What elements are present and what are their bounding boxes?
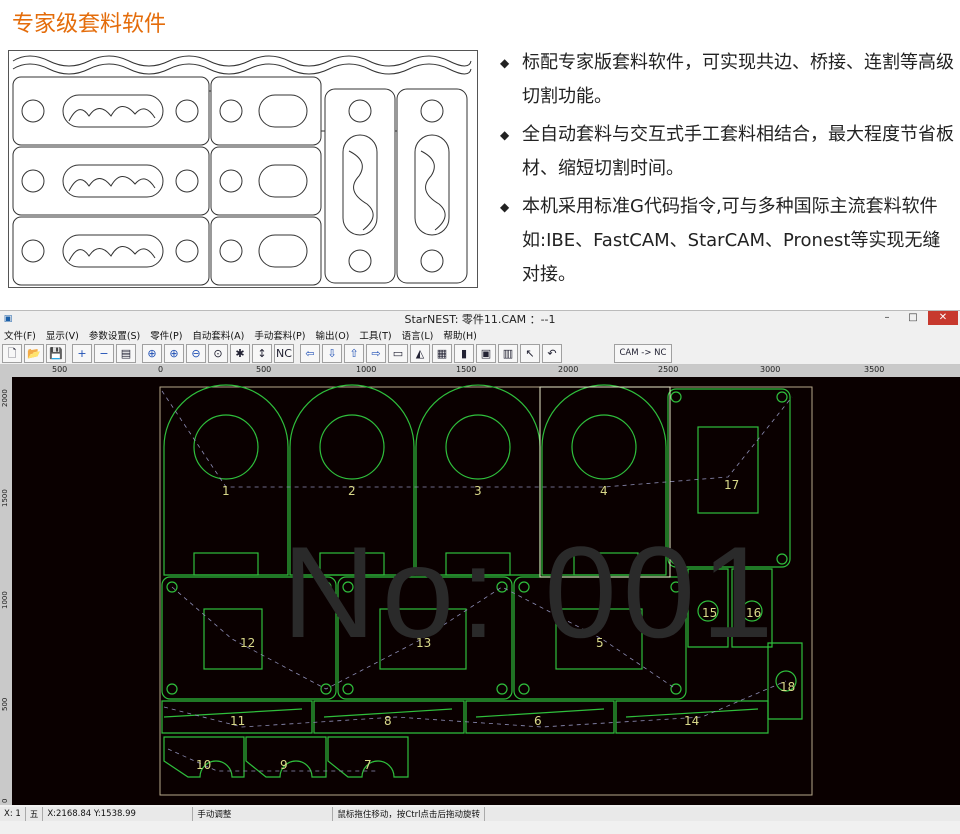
- ruler-tick-label: 1500: [456, 365, 477, 374]
- part-number-label: 6: [534, 714, 542, 728]
- menu-tools[interactable]: 工具(T): [359, 328, 391, 342]
- menu-auto-nest[interactable]: 自动套料(A): [192, 328, 244, 342]
- part-number-label: 18: [780, 680, 795, 694]
- menu-language[interactable]: 语言(L): [402, 328, 434, 342]
- menu-part[interactable]: 零件(P): [150, 328, 182, 342]
- menu-view[interactable]: 显示(V): [46, 328, 79, 342]
- sort-icon[interactable]: ↕: [252, 344, 272, 363]
- nesting-canvas[interactable]: No: 001 1 2 3 4 17 12 13 5 15 16 18 11 8…: [12, 377, 960, 805]
- zoom-out-icon[interactable]: ⊖: [186, 344, 206, 363]
- part-number-label: 1: [222, 484, 230, 498]
- status-bar: X: 1 五 X:2168.84 Y:1538.99 手动调整 鼠标拖住移动，按…: [0, 807, 960, 821]
- undo-icon[interactable]: ↶: [542, 344, 562, 363]
- feature-item: ◆ 本机采用标准G代码指令,可与多种国际主流套料软件如:IBE、FastCAM、S…: [496, 190, 956, 292]
- status-hint: 鼠标拖住移动，按Ctrl点击后拖动旋转: [333, 807, 485, 821]
- status-mode: 手动调整: [193, 807, 334, 821]
- close-button[interactable]: ✕: [928, 311, 958, 325]
- move-down-icon[interactable]: ⇩: [322, 344, 342, 363]
- part-number-label: 17: [724, 478, 739, 492]
- menu-file[interactable]: 文件(F): [4, 328, 36, 342]
- ruler-tick-label: 3000: [760, 365, 781, 374]
- nc-icon[interactable]: NC: [274, 344, 294, 363]
- move-left-icon[interactable]: ⇦: [300, 344, 320, 363]
- toolbar: 🗋 📂 💾 + − ▤ ⊕ ⊕ ⊖ ⊙ ✱ ↕ NC ⇦ ⇩ ⇧ ⇨ ▭ ◭ ▦ ▮ ▣ ▥ ↖ ↶ CAM -> NC: [0, 343, 960, 365]
- pointer-icon[interactable]: ↖: [520, 344, 540, 363]
- restore-button[interactable]: □: [902, 311, 924, 325]
- horizontal-ruler: 500 0 500 1000 1500 2000 2500 3000 3500: [0, 365, 960, 377]
- status-coordinates: X:2168.84 Y:1538.99: [43, 807, 194, 821]
- part-number-label: 10: [196, 758, 211, 772]
- ruler-tick-label: 2000: [1, 389, 9, 407]
- feature-item: ◆ 全自动套料与交互式手工套料相结合，最大程度节省板材、缩短切割时间。: [496, 118, 956, 186]
- page: 专家级套料软件 ◆ 标配专家版套料软件，可实现共边、桥接、连割等高级切割功能。 …: [0, 0, 960, 834]
- ruler-tick-label: 0: [1, 798, 9, 803]
- cam-to-nc-button[interactable]: CAM -> NC: [614, 344, 672, 363]
- nesting-preview-image: [8, 50, 478, 288]
- ruler-tick-label: 500: [256, 365, 272, 374]
- part-number-label: 8: [384, 714, 392, 728]
- window-titlebar[interactable]: ▣ StarNEST: 零件11.CAM ：--1 – □ ✕: [0, 311, 960, 327]
- menu-output[interactable]: 输出(O): [316, 328, 350, 342]
- part-number-label: 12: [240, 636, 255, 650]
- ruler-tick-label: 1000: [356, 365, 377, 374]
- diamond-bullet-icon: ◆: [500, 128, 510, 142]
- window-title: StarNEST: 零件11.CAM ：--1: [404, 313, 556, 326]
- vertical-ruler: 2000 1500 1000 500 0: [0, 377, 12, 805]
- measure-icon[interactable]: ▭: [388, 344, 408, 363]
- part-1[interactable]: [163, 384, 289, 576]
- part-number-label: 2: [348, 484, 356, 498]
- zoom-fit-icon[interactable]: ⊙: [208, 344, 228, 363]
- part-number-label: 9: [280, 758, 288, 772]
- move-up-icon[interactable]: ⇧: [344, 344, 364, 363]
- feature-item: ◆ 标配专家版套料软件，可实现共边、桥接、连割等高级切割功能。: [496, 46, 956, 114]
- minimize-button[interactable]: –: [876, 311, 898, 325]
- zoom-in-icon[interactable]: ⊕: [164, 344, 184, 363]
- ruler-tick-label: 3500: [864, 365, 885, 374]
- watermark: No: 001: [282, 519, 780, 665]
- remove-icon[interactable]: −: [94, 344, 114, 363]
- menu-settings[interactable]: 参数设置(S): [89, 328, 140, 342]
- save-icon[interactable]: 💾: [46, 344, 66, 363]
- ruler-tick-label: 2000: [558, 365, 579, 374]
- ruler-tick-label: 500: [52, 365, 68, 374]
- starnest-window: ▣ StarNEST: 零件11.CAM ：--1 – □ ✕ 文件(F) 显示…: [0, 310, 960, 834]
- part-number-label: 7: [364, 758, 372, 772]
- open-folder-icon[interactable]: 📂: [24, 344, 44, 363]
- nesting-preview-drawing: [12, 55, 472, 286]
- diamond-bullet-icon: ◆: [500, 56, 510, 70]
- ruler-tick-label: 500: [1, 697, 9, 711]
- diamond-bullet-icon: ◆: [500, 200, 510, 214]
- table-icon[interactable]: ▤: [116, 344, 136, 363]
- part-number-label: 3: [474, 484, 482, 498]
- zoom-window-icon[interactable]: ⊕: [142, 344, 162, 363]
- align-icon[interactable]: ▮: [454, 344, 474, 363]
- new-file-icon[interactable]: 🗋: [2, 344, 22, 363]
- move-right-icon[interactable]: ⇨: [366, 344, 386, 363]
- ruler-tick-label: 1500: [1, 489, 9, 507]
- feature-list: ◆ 标配专家版套料软件，可实现共边、桥接、连割等高级切割功能。 ◆ 全自动套料与交互…: [496, 46, 956, 296]
- status-x: X: 1: [0, 807, 26, 821]
- redraw-icon[interactable]: ✱: [230, 344, 250, 363]
- grid-icon[interactable]: ▦: [432, 344, 452, 363]
- ruler-tick-label: 1000: [1, 591, 9, 609]
- window-controls: – □ ✕: [876, 311, 958, 325]
- part-number-label: 11: [230, 714, 245, 728]
- part-number-label: 4: [600, 484, 608, 498]
- ruler-tick-label: 0: [158, 365, 164, 374]
- menu-bar: 文件(F) 显示(V) 参数设置(S) 零件(P) 自动套料(A) 手动套料(P…: [0, 327, 960, 343]
- ruler-tick-label: 2500: [658, 365, 679, 374]
- add-icon[interactable]: +: [72, 344, 92, 363]
- menu-manual-nest[interactable]: 手动套料(P): [254, 328, 305, 342]
- status-tray-icons: 五: [26, 807, 44, 821]
- bars-icon[interactable]: ▥: [498, 344, 518, 363]
- rotate-icon[interactable]: ◭: [410, 344, 430, 363]
- stack-icon[interactable]: ▣: [476, 344, 496, 363]
- menu-help[interactable]: 帮助(H): [443, 328, 477, 342]
- page-heading: 专家级套料软件: [12, 12, 167, 37]
- part-number-label: 14: [684, 714, 699, 728]
